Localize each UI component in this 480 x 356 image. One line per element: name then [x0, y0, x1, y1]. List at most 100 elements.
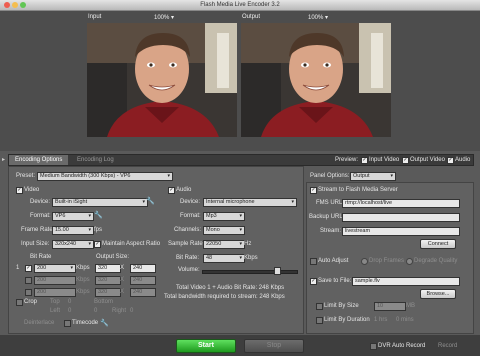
output-width-field[interactable]: 320: [95, 276, 121, 285]
preset-select[interactable]: Medium Bandwidth (300 Kbps) - VP6: [37, 172, 173, 181]
zoom-window-button[interactable]: [20, 2, 26, 8]
timecode-label: Timecode: [72, 320, 99, 326]
stream-to-fms-label: Stream to Flash Media Server: [318, 187, 398, 193]
minimize-window-button[interactable]: [12, 2, 18, 8]
panel-options-select[interactable]: Output: [350, 172, 396, 181]
browse-button[interactable]: Browse...: [420, 289, 456, 299]
tab-encoding-log[interactable]: Encoding Log: [71, 155, 120, 165]
hz-label: Hz: [244, 241, 252, 247]
audio-format-label: Format:: [180, 213, 201, 219]
fms-url-field[interactable]: rtmp://localhost/live: [342, 199, 460, 208]
connect-button[interactable]: Connect: [420, 239, 456, 249]
stop-button[interactable]: Stop: [244, 339, 304, 353]
output-width-field[interactable]: 320: [95, 264, 121, 273]
record-button[interactable]: Record: [438, 343, 457, 349]
limit-by-duration-checkbox[interactable]: [316, 317, 323, 324]
input-preview-label: Input: [88, 14, 102, 20]
dvr-auto-record-label: DVR Auto Record: [378, 343, 426, 349]
size-x-label: X: [120, 265, 125, 271]
input-zoom-select[interactable]: 100% ▾: [154, 14, 174, 21]
input-size-select[interactable]: 320x240: [52, 240, 94, 249]
maintain-aspect-checkbox[interactable]: ✓: [94, 241, 101, 248]
crop-label: Crop: [24, 299, 38, 305]
limit-by-size-checkbox[interactable]: [316, 303, 323, 310]
total-bandwidth-text: Total bandwidth required to stream: 248 …: [164, 294, 285, 300]
drop-frames-label: Drop Frames: [369, 258, 405, 264]
kbps-label: Kbps: [76, 289, 90, 295]
collapse-panel-icon[interactable]: ▸: [2, 156, 5, 163]
audio-device-select[interactable]: Internal microphone: [203, 198, 297, 207]
video-device-label: Device:: [30, 199, 51, 205]
output-height-field[interactable]: 240: [130, 264, 156, 273]
limit-by-size-label: Limit By Size: [324, 303, 359, 309]
audio-preview-checkbox[interactable]: ✓: [447, 157, 454, 164]
bitrate-select[interactable]: 200: [34, 288, 76, 297]
frame-rate-label: Frame Rate:: [21, 227, 55, 233]
crop-top-value[interactable]: 0: [68, 299, 71, 305]
duration-hours[interactable]: 1 hrs: [374, 317, 387, 323]
audio-format-select[interactable]: Mp3: [203, 212, 245, 221]
volume-label: Volume:: [178, 267, 200, 273]
wrench-icon[interactable]: 🔧: [146, 197, 155, 205]
sample-rate-select[interactable]: 22050: [203, 240, 245, 249]
stream-to-fms-checkbox[interactable]: ✓: [310, 187, 317, 194]
video-section-label: Video: [24, 187, 40, 193]
size-x-label: X: [120, 277, 125, 283]
video-device-select[interactable]: Built-in iSight: [52, 198, 148, 207]
frame-rate-select[interactable]: 15.00: [52, 226, 94, 235]
tab-encoding-options[interactable]: Encoding Options: [9, 155, 69, 165]
channels-select[interactable]: Mono: [203, 226, 245, 235]
output-preview-label: Output: [242, 14, 261, 20]
bitrate-row-checkbox[interactable]: [25, 277, 32, 284]
bitrate-select[interactable]: 200: [34, 264, 76, 273]
output-height-field[interactable]: 240: [130, 288, 156, 297]
drop-frames-radio[interactable]: [361, 258, 368, 265]
backup-url-field[interactable]: [342, 213, 460, 222]
crop-bottom-value[interactable]: 0: [94, 308, 97, 314]
crop-right-value[interactable]: 0: [130, 308, 133, 314]
stream-name-field[interactable]: livestream: [342, 227, 460, 236]
audio-bit-rate-select[interactable]: 48: [203, 254, 245, 263]
bit-rate-header: Bit Rate: [30, 254, 52, 260]
bitrate-row-checkbox[interactable]: ✓: [25, 265, 32, 272]
input-video-preview: [87, 23, 237, 137]
bitrate-row-index: 1: [16, 265, 20, 271]
save-to-file-checkbox[interactable]: ✓: [310, 278, 317, 285]
start-button[interactable]: Start: [176, 339, 236, 353]
wrench-icon[interactable]: 🔧: [100, 319, 109, 327]
auto-adjust-checkbox[interactable]: [310, 258, 317, 265]
bitrate-select[interactable]: 200: [34, 276, 76, 285]
webcam-person-image: [87, 23, 237, 137]
limit-size-field[interactable]: 10: [374, 302, 406, 311]
close-window-button[interactable]: [4, 2, 10, 8]
audio-preview-label: Audio: [455, 157, 471, 163]
crop-right-label: Right: [112, 308, 127, 314]
dvr-auto-record-checkbox[interactable]: [370, 343, 377, 350]
maintain-aspect-label: Maintain Aspect Ratio: [102, 241, 161, 247]
wrench-icon[interactable]: 🔧: [94, 211, 103, 219]
audio-checkbox[interactable]: ✓: [168, 187, 175, 194]
volume-slider-track[interactable]: [202, 270, 298, 274]
output-height-field[interactable]: 240: [130, 276, 156, 285]
video-format-select[interactable]: VP6: [52, 212, 94, 221]
timecode-checkbox[interactable]: [64, 320, 71, 327]
crop-left-value[interactable]: 0: [68, 308, 71, 314]
video-checkbox[interactable]: ✓: [16, 187, 23, 194]
output-video-preview: [241, 23, 391, 137]
output-zoom-select[interactable]: 100% ▾: [308, 14, 328, 21]
crop-checkbox[interactable]: [16, 299, 23, 306]
webcam-person-image: [241, 23, 391, 137]
output-width-field[interactable]: 320: [95, 288, 121, 297]
kbps-label: Kbps: [76, 277, 90, 283]
degrade-quality-label: Degrade Quality: [414, 258, 458, 264]
degrade-quality-radio[interactable]: [406, 258, 413, 265]
input-video-checkbox[interactable]: ✓: [361, 157, 368, 164]
output-video-checkbox[interactable]: ✓: [402, 157, 409, 164]
filename-field[interactable]: sample.flv: [352, 277, 460, 286]
backup-url-label: Backup URL:: [309, 214, 345, 220]
stream-name-label: Stream:: [320, 228, 342, 234]
duration-minutes[interactable]: 0 mins: [396, 317, 414, 323]
panel-options-label: Panel Options:: [310, 173, 350, 179]
volume-slider-thumb[interactable]: [273, 267, 281, 275]
bitrate-row-checkbox[interactable]: [25, 289, 32, 296]
